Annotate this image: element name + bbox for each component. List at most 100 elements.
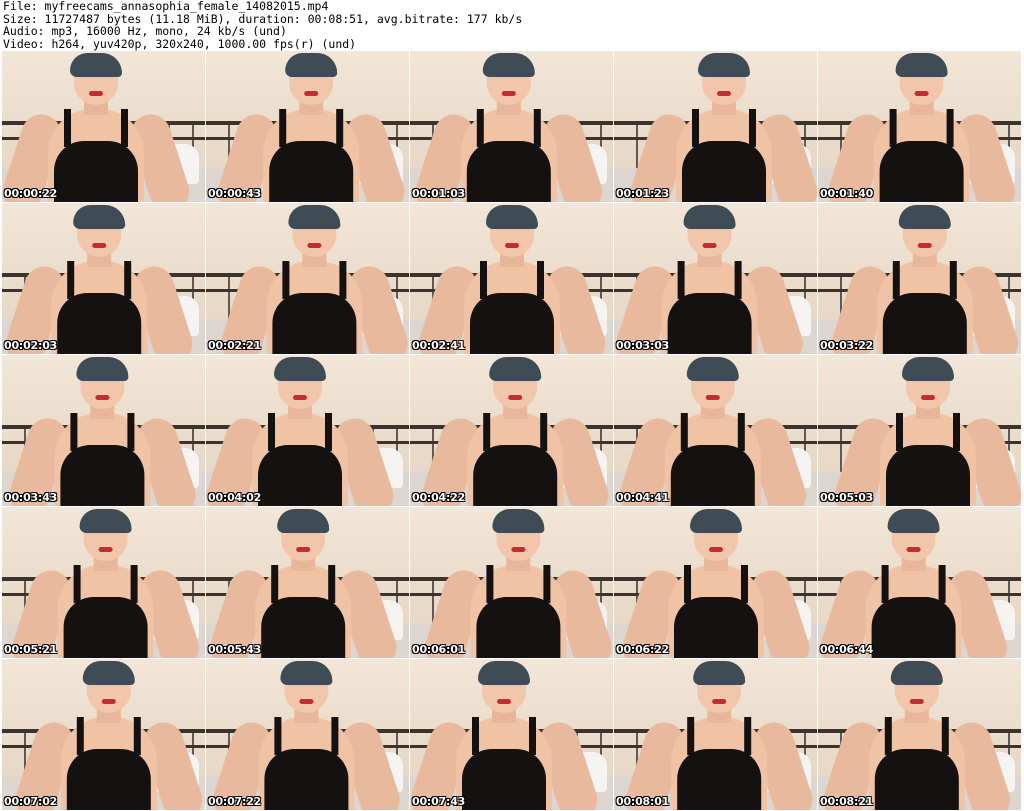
top-strap	[338, 261, 346, 299]
lips	[504, 243, 519, 248]
top-strap	[542, 565, 550, 603]
top-strap	[952, 413, 960, 451]
person-figure	[212, 51, 409, 202]
thumbnail-frame[interactable]: 00:01:23	[614, 51, 818, 203]
top-strap	[748, 109, 756, 147]
thumbnail-timestamp: 00:02:21	[208, 339, 262, 352]
thumbnail-frame[interactable]: 00:04:22	[410, 355, 614, 507]
black-top	[882, 293, 967, 354]
thumbnail-timestamp: 00:04:22	[412, 491, 466, 504]
black-top	[260, 597, 345, 658]
lips	[716, 91, 731, 96]
person-figure	[614, 355, 811, 506]
top-strap	[63, 109, 71, 147]
thumbnail-frame[interactable]: 00:02:03	[2, 203, 206, 355]
top-strap	[471, 717, 479, 755]
thumbnail-frame[interactable]: 00:08:01	[614, 659, 818, 811]
top-strap	[66, 261, 74, 299]
top-strap	[476, 109, 484, 147]
thumbnail-timestamp: 00:01:40	[820, 187, 874, 200]
black-top	[469, 293, 554, 354]
lips	[906, 547, 921, 552]
hair	[279, 661, 332, 685]
thumbnail-frame[interactable]: 00:01:03	[410, 51, 614, 203]
top-strap	[327, 565, 335, 603]
thumbnail-frame[interactable]: 00:03:03	[614, 203, 818, 355]
thumbnail-frame[interactable]: 00:04:41	[614, 355, 818, 507]
hair	[898, 205, 951, 229]
lips	[705, 395, 720, 400]
thumbnail-frame[interactable]: 00:02:21	[206, 203, 410, 355]
thumbnail-timestamp: 00:05:21	[4, 643, 58, 656]
audio-info: Audio: mp3, 16000 Hz, mono, 24 kb/s (und…	[3, 24, 287, 39]
top-strap	[123, 261, 131, 299]
thumbnail-frame[interactable]: 00:07:02	[2, 659, 206, 811]
thumbnail-frame[interactable]: 00:06:44	[818, 507, 1022, 659]
top-strap	[482, 413, 490, 451]
black-top	[466, 141, 551, 202]
thumbnail-timestamp: 00:06:22	[616, 643, 670, 656]
thumbnail-frame[interactable]: 00:06:22	[614, 507, 818, 659]
person-figure	[818, 507, 1012, 658]
hair	[276, 509, 329, 533]
lips	[914, 91, 929, 96]
lips	[496, 699, 511, 704]
top-strap	[270, 565, 278, 603]
hair	[72, 205, 125, 229]
black-top	[871, 597, 956, 658]
black-top	[271, 293, 356, 354]
top-strap	[130, 565, 138, 603]
hair	[485, 205, 538, 229]
lips	[88, 91, 103, 96]
thumbnail-frame[interactable]: 00:00:22	[2, 51, 206, 203]
thumbnail-frame[interactable]: 00:03:43	[2, 355, 206, 507]
person-figure	[9, 659, 205, 810]
thumbnail-timestamp: 00:04:02	[208, 491, 262, 504]
thumbnail-timestamp: 00:05:43	[208, 643, 262, 656]
thumbnail-frame[interactable]: 00:05:43	[206, 507, 410, 659]
thumbnail-frame[interactable]: 00:08:21	[818, 659, 1022, 811]
person-figure	[617, 507, 814, 658]
thumbnail-frame[interactable]: 00:06:01	[410, 507, 614, 659]
thumbnail-frame[interactable]: 00:03:22	[818, 203, 1022, 355]
top-strap	[892, 261, 900, 299]
top-strap	[737, 413, 745, 451]
lips	[920, 395, 935, 400]
thumbnail-frame[interactable]: 00:07:43	[410, 659, 614, 811]
thumbnail-frame[interactable]: 00:02:41	[410, 203, 614, 355]
hair	[488, 357, 541, 381]
thumbnail-timestamp: 00:02:41	[412, 339, 466, 352]
lips	[298, 699, 313, 704]
top-strap	[536, 261, 544, 299]
thumbnail-frame[interactable]: 00:04:02	[206, 355, 410, 507]
black-top	[66, 749, 151, 810]
thumbnail-frame[interactable]: 00:00:43	[206, 51, 410, 203]
lips	[909, 699, 924, 704]
thumbnail-timestamp: 00:01:03	[412, 187, 466, 200]
black-top	[461, 749, 546, 810]
top-strap	[120, 109, 128, 147]
hair	[75, 357, 128, 381]
black-top	[56, 293, 141, 354]
hair	[683, 205, 736, 229]
thumbnail-frame[interactable]: 00:05:21	[2, 507, 206, 659]
black-top	[681, 141, 766, 202]
thumbnail-frame[interactable]: 00:01:40	[818, 51, 1022, 203]
lips	[295, 547, 310, 552]
black-top	[673, 597, 758, 658]
top-strap	[126, 413, 134, 451]
hair	[887, 509, 940, 533]
top-strap	[539, 413, 547, 451]
thumbnail-timestamp: 00:06:01	[412, 643, 466, 656]
person-figure	[207, 659, 405, 810]
thumbnail-frame[interactable]: 00:07:22	[206, 659, 410, 811]
person-figure	[206, 355, 398, 506]
lips	[98, 547, 113, 552]
thumbnail-timestamp: 00:05:03	[820, 491, 874, 504]
hair	[284, 53, 337, 77]
black-top	[885, 445, 970, 506]
hair	[79, 509, 132, 533]
top-strap	[946, 109, 954, 147]
thumbnail-frame[interactable]: 00:05:03	[818, 355, 1022, 507]
video-info: Video: h264, yuv420p, 320x240, 1000.00 f…	[3, 36, 357, 51]
